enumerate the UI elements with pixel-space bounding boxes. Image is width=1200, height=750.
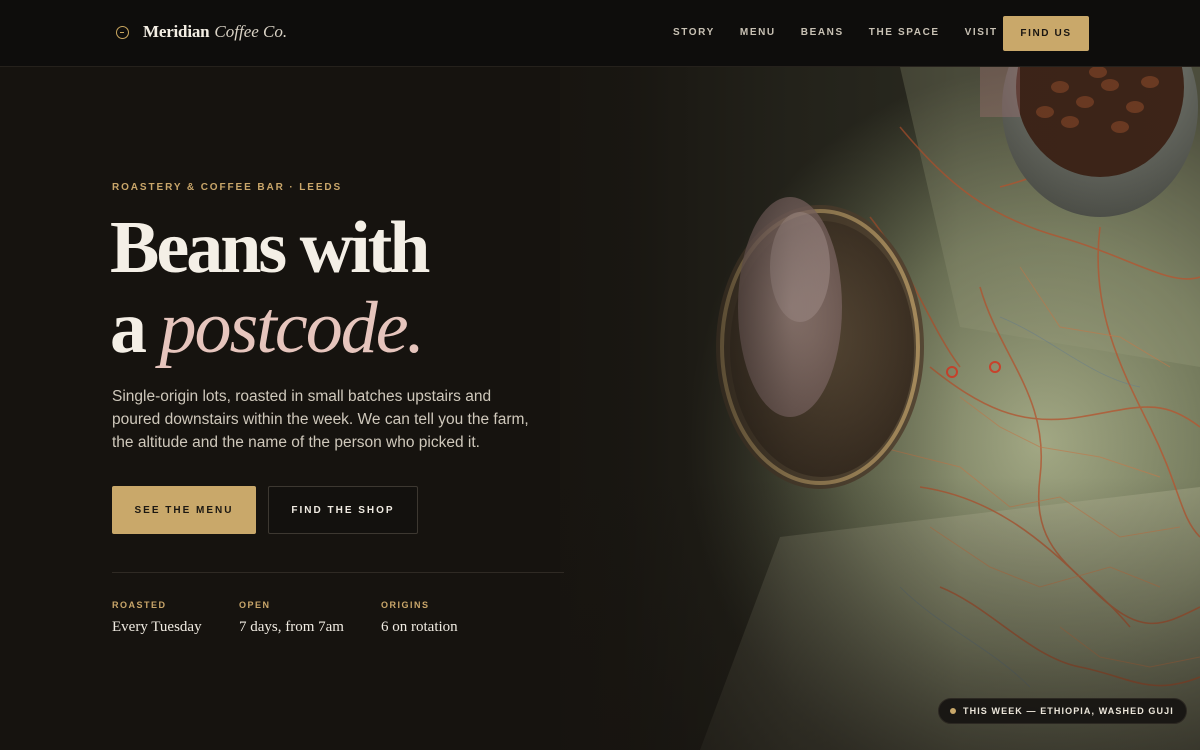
find-the-shop-button[interactable]: FIND THE SHOP	[268, 486, 418, 534]
stat-value: Every Tuesday	[112, 619, 202, 635]
brand-name: Meridian	[143, 22, 210, 41]
stat-label: ORIGINS	[381, 600, 430, 610]
stat-label: OPEN	[239, 600, 271, 610]
nav-item-story[interactable]: STORY	[673, 27, 715, 38]
stat-value: 6 on rotation	[381, 619, 458, 635]
compass-icon	[116, 25, 129, 39]
hero-lede: Single-origin lots, roasted in small bat…	[112, 388, 529, 451]
nav-item-menu[interactable]: MENU	[740, 27, 776, 38]
hero-eyebrow: ROASTERY & COFFEE BAR · LEEDS	[112, 182, 343, 193]
stat-label: ROASTED	[112, 600, 167, 610]
stat-open: OPEN 7 days, from 7am	[239, 600, 344, 636]
nav-item-the-space[interactable]: THE SPACE	[869, 27, 940, 38]
this-week-pill[interactable]: THIS WEEK — ETHIOPIA, WASHED GUJI	[938, 698, 1187, 724]
see-the-menu-button[interactable]: SEE THE MENU	[112, 486, 256, 534]
find-us-button[interactable]: FIND US	[1003, 16, 1089, 51]
brand-logo-link[interactable]: Meridian Coffee Co.	[116, 22, 287, 42]
headline-line-1: Beans with	[110, 207, 430, 289]
headline-line-2-prefix: a	[110, 287, 160, 369]
headline-accent: postcode.	[159, 287, 426, 369]
site-header: Meridian Coffee Co. STORY MENU BEANS THE…	[0, 0, 1200, 67]
nav-item-beans[interactable]: BEANS	[801, 27, 844, 38]
brand-suffix: Coffee Co.	[214, 22, 288, 41]
headline-line-2: a postcode.	[110, 288, 427, 368]
main-nav: STORY MENU BEANS THE SPACE VISIT	[673, 27, 1023, 38]
stat-origins: ORIGINS 6 on rotation	[381, 600, 458, 636]
status-dot-icon	[950, 708, 956, 714]
nav-item-visit[interactable]: VISIT	[965, 27, 998, 38]
this-week-text: THIS WEEK — ETHIOPIA, WASHED GUJI	[963, 706, 1174, 716]
stats-divider	[112, 572, 564, 573]
stat-value: 7 days, from 7am	[239, 619, 344, 635]
hero-headline: Beans with a postcode.	[110, 207, 430, 368]
stat-roasted: ROASTED Every Tuesday	[112, 600, 202, 636]
